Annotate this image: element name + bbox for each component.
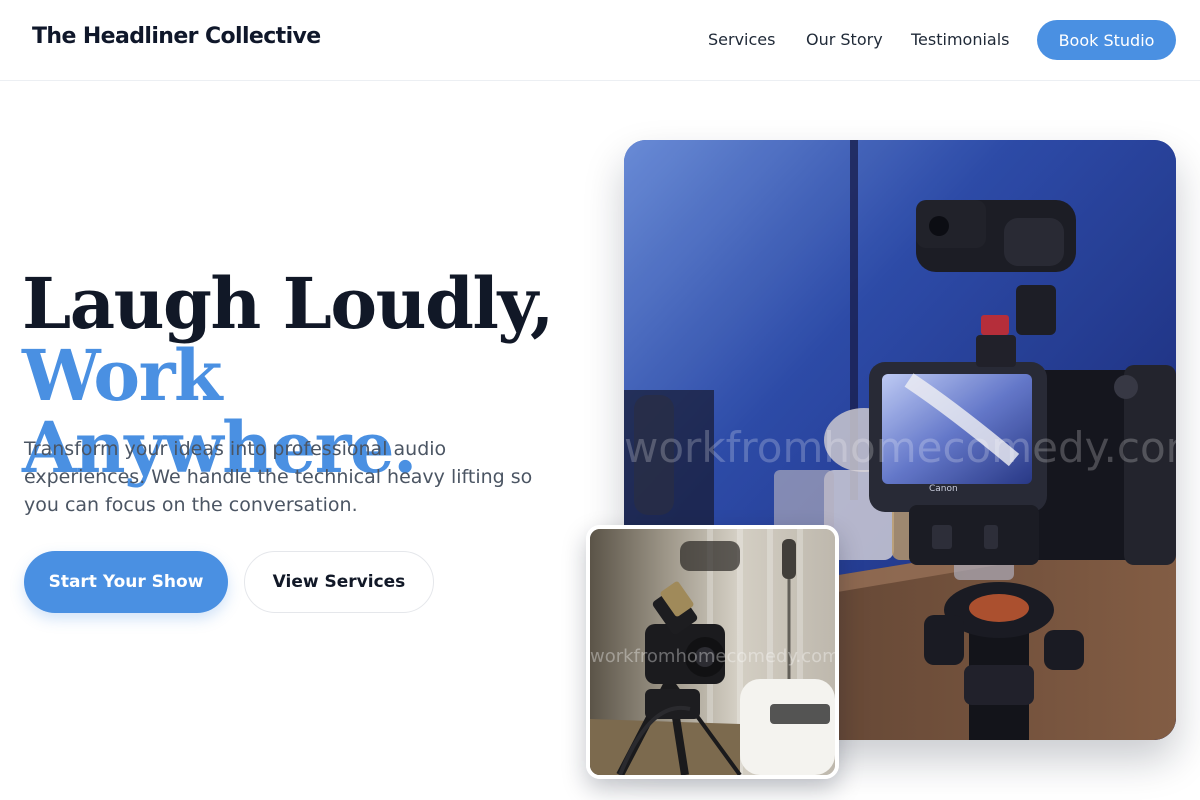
inset-photo-watermark: workfromhomecomedy.com xyxy=(590,646,835,667)
nav-link-our-story[interactable]: Our Story xyxy=(806,30,883,49)
hero-title-line-1: Laugh Loudly, xyxy=(22,262,554,345)
start-your-show-button[interactable]: Start Your Show xyxy=(24,551,228,613)
main-photo-watermark: workfromhomecomedy.com xyxy=(624,423,1176,472)
hero-subtitle: Transform your ideas into professional a… xyxy=(24,438,533,516)
nav-link-services[interactable]: Services xyxy=(708,30,775,49)
view-services-button[interactable]: View Services xyxy=(244,551,434,613)
book-studio-button[interactable]: Book Studio xyxy=(1037,20,1176,60)
inset-camera-illustration: workfromhomecomedy.com xyxy=(590,529,835,775)
nav-link-testimonials[interactable]: Testimonials xyxy=(911,30,1010,49)
site-header: The Headliner Collective Services Our St… xyxy=(0,0,1200,81)
brand-logo[interactable]: The Headliner Collective xyxy=(32,24,321,49)
hero-inset-photo: workfromhomecomedy.com xyxy=(586,525,839,779)
